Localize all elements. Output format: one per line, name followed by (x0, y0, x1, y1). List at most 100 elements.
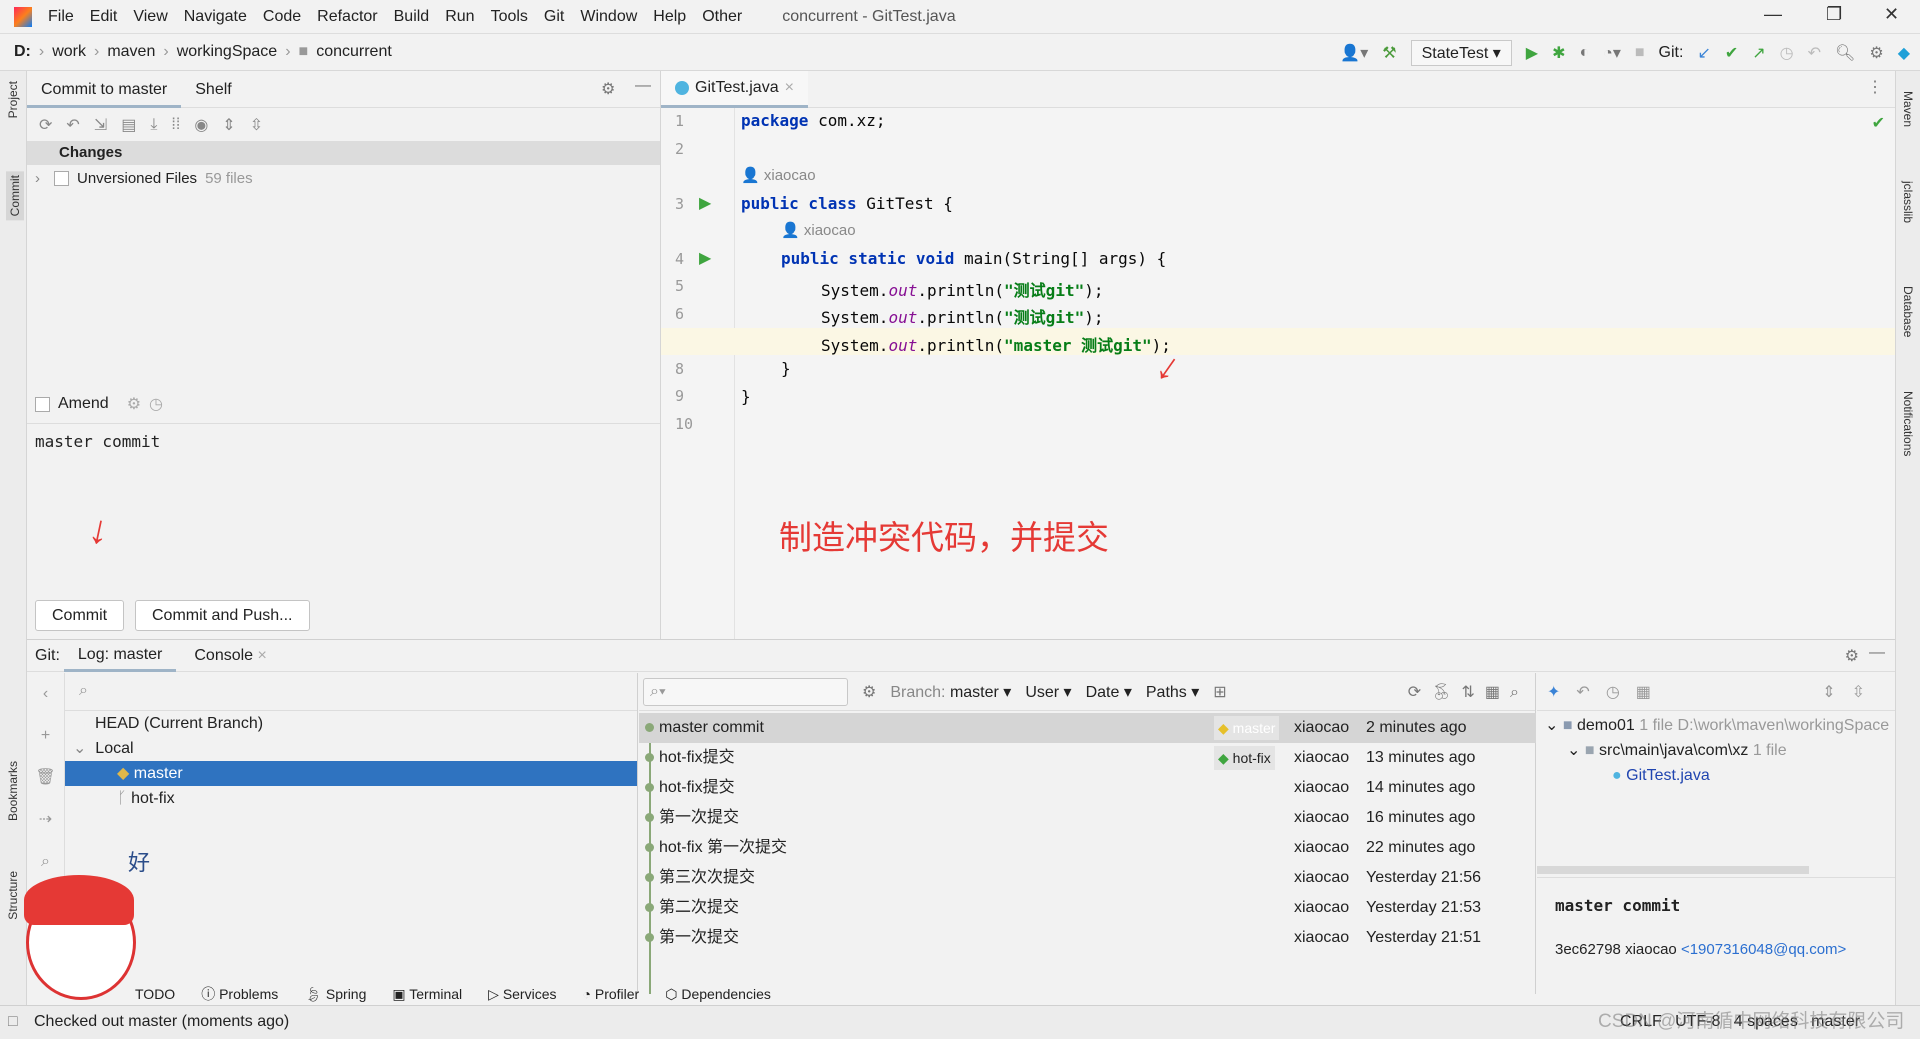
code-line-5[interactable]: System.out.println("测试git"); (821, 277, 1103, 301)
code-line-4[interactable]: public static void main(String[] args) { (781, 249, 1166, 268)
new-tab-icon[interactable]: ⊞ (1213, 682, 1226, 702)
tool-tab-profiler[interactable]: ◔ Profiler (583, 986, 640, 1002)
revert-icon[interactable]: ↶ (1576, 682, 1589, 702)
restore-icon[interactable]: ❐ (1826, 4, 1842, 25)
paths-filter[interactable]: Paths ▾ (1146, 682, 1199, 702)
log-search-input[interactable]: ⌕▾ (643, 677, 848, 706)
date-filter[interactable]: Date ▾ (1086, 682, 1132, 702)
gear-icon[interactable]: ⚙ (862, 682, 876, 702)
git-update-icon[interactable]: ↙ (1697, 43, 1710, 63)
maven-tool-button[interactable]: Maven (1901, 91, 1915, 127)
clock-icon[interactable]: ◷ (149, 394, 163, 414)
bookmarks-tool-button[interactable]: Bookmarks (6, 761, 20, 821)
settings-icon[interactable]: ⚙ (1869, 43, 1883, 63)
plugin-icon[interactable]: ◆ (1898, 43, 1910, 63)
notifications-tool-button[interactable]: Notifications (1901, 391, 1915, 456)
delete-icon[interactable]: 🗑︎ (27, 757, 64, 799)
run-icon[interactable]: ▶ (1526, 43, 1538, 63)
unversioned-files-row[interactable]: › Unversioned Files 59 files (27, 165, 660, 191)
menu-tools[interactable]: Tools (491, 8, 528, 26)
module-node[interactable]: ⌄ ■ demo01 1 file D:\work\maven\workingS… (1537, 713, 1892, 738)
commit-row[interactable]: hot-fix提交 ◆ hot-fix xiaocao 13 minutes ago (639, 743, 1536, 773)
tab-log-master[interactable]: Log: master (63, 640, 177, 672)
expand-all-icon[interactable]: ⇕ (1822, 682, 1835, 702)
gear-icon[interactable]: ⚙ (601, 79, 615, 99)
collapse-all-icon[interactable]: ⇳ (1852, 682, 1865, 702)
breadcrumb-concurrent[interactable]: concurrent (316, 43, 392, 61)
layout-icon[interactable]: □ (8, 1006, 18, 1038)
menu-window[interactable]: Window (580, 8, 637, 26)
commit-row[interactable]: master commit ◆ master xiaocao 2 minutes ag… (639, 713, 1536, 743)
breadcrumb-work[interactable]: work (52, 43, 86, 61)
close-tab-icon[interactable]: × (785, 69, 794, 106)
menu-file[interactable]: File (48, 8, 74, 26)
commit-message-input[interactable]: master commit (27, 423, 660, 593)
amend-label[interactable]: Amend (58, 395, 109, 413)
more-icon[interactable]: ⋮ (1867, 77, 1883, 97)
build-hammer-icon[interactable]: ⚒ (1382, 43, 1396, 63)
project-tool-button[interactable]: Project (6, 81, 20, 118)
menu-run[interactable]: Run (445, 8, 474, 26)
code-line-9[interactable]: } (741, 387, 751, 406)
commit-row[interactable]: 第一次提交 xiaocao Yesterday 21:51 (639, 923, 1536, 953)
breadcrumb-maven[interactable]: maven (107, 43, 155, 61)
code-line-8[interactable]: } (781, 359, 791, 378)
git-push-icon[interactable]: ↗ (1752, 43, 1765, 63)
tool-tab-terminal[interactable]: ▣ Terminal (392, 986, 462, 1003)
tool-tab-services[interactable]: ▷ Services (488, 986, 556, 1003)
user-icon[interactable]: 👤▾ (1340, 43, 1368, 63)
profile-icon[interactable]: ◔▾ (1603, 43, 1621, 63)
commit-tool-button[interactable]: Commit (6, 171, 24, 221)
code-line-1[interactable]: package com.xz; (741, 111, 886, 130)
group-icon[interactable]: ⁞⁞ (171, 116, 180, 134)
download-icon[interactable]: ⤓ (150, 116, 157, 134)
menu-edit[interactable]: Edit (90, 8, 118, 26)
branch-filter[interactable]: Branch: master ▾ (890, 682, 1011, 702)
run-gutter-icon[interactable]: ▶ (699, 248, 711, 268)
hide-panel-icon[interactable]: — (1869, 644, 1885, 662)
commit-row[interactable]: 第三次次提交 xiaocao Yesterday 21:56 (639, 863, 1536, 893)
back-icon[interactable]: ‹ (27, 673, 64, 715)
tab-gittest-java[interactable]: GitTest.java × (661, 69, 808, 108)
commit-row[interactable]: 第一次提交 xiaocao 16 minutes ago (639, 803, 1536, 833)
menu-navigate[interactable]: Navigate (184, 8, 247, 26)
branch-item-master[interactable]: ◆ master (65, 761, 637, 786)
hide-panel-icon[interactable]: — (635, 77, 651, 95)
code-line-7[interactable]: System.out.println("master 测试git"); (821, 332, 1171, 356)
commit-and-push-button[interactable]: Commit and Push... (135, 600, 310, 631)
refresh-icon[interactable]: ⟳ (39, 115, 52, 135)
tool-tab-todo[interactable]: TODO (135, 986, 175, 1002)
user-filter[interactable]: User ▾ (1025, 682, 1071, 702)
run-gutter-icon[interactable]: ▶ (699, 193, 711, 213)
local-branches-node[interactable]: ⌄ Local (65, 736, 637, 761)
author-inlay[interactable]: 👤 xiaocao (741, 166, 816, 184)
stop-icon[interactable]: ■ (1635, 44, 1645, 62)
directory-node[interactable]: ⌄ ■ src\main\java\com\xz 1 file (1537, 738, 1892, 763)
coverage-icon[interactable]: ◐ (1580, 44, 1590, 62)
menu-git[interactable]: Git (544, 8, 564, 26)
debug-icon[interactable]: ✱ (1552, 43, 1565, 63)
rollback-icon[interactable]: ↶ (66, 115, 79, 135)
search-icon[interactable]: 🔍︎ (1835, 43, 1855, 63)
code-line-3[interactable]: public class GitTest { (741, 194, 953, 213)
tool-tab-dependencies[interactable]: ⬡ Dependencies (665, 986, 771, 1003)
history-icon[interactable]: ◷ (1780, 43, 1794, 63)
tab-commit-to-master[interactable]: Commit to master (27, 71, 182, 108)
history-icon[interactable]: ◷ (1606, 682, 1620, 702)
commit-row[interactable]: hot-fix提交 xiaocao 14 minutes ago (639, 773, 1536, 803)
menu-code[interactable]: Code (263, 8, 301, 26)
diff-icon[interactable]: ✦ (1547, 682, 1560, 702)
database-tool-button[interactable]: Database (1901, 286, 1915, 337)
commit-button[interactable]: Commit (35, 600, 125, 631)
minimize-icon[interactable]: — (1764, 4, 1782, 25)
collapse-all-icon[interactable]: ⇳ (250, 115, 263, 135)
branch-search-input[interactable]: ⌕ (65, 673, 637, 711)
rollback-icon[interactable]: ↶ (1808, 43, 1821, 63)
jclasslib-tool-button[interactable]: jclasslib (1901, 181, 1915, 223)
git-commit-icon[interactable]: ✔ (1725, 43, 1738, 63)
add-icon[interactable]: + (27, 715, 64, 757)
menu-view[interactable]: View (133, 8, 167, 26)
author-inlay[interactable]: 👤 xiaocao (781, 221, 856, 239)
expand-all-icon[interactable]: ⇕ (222, 115, 235, 135)
merge-icon[interactable]: ⇢ (27, 799, 64, 841)
